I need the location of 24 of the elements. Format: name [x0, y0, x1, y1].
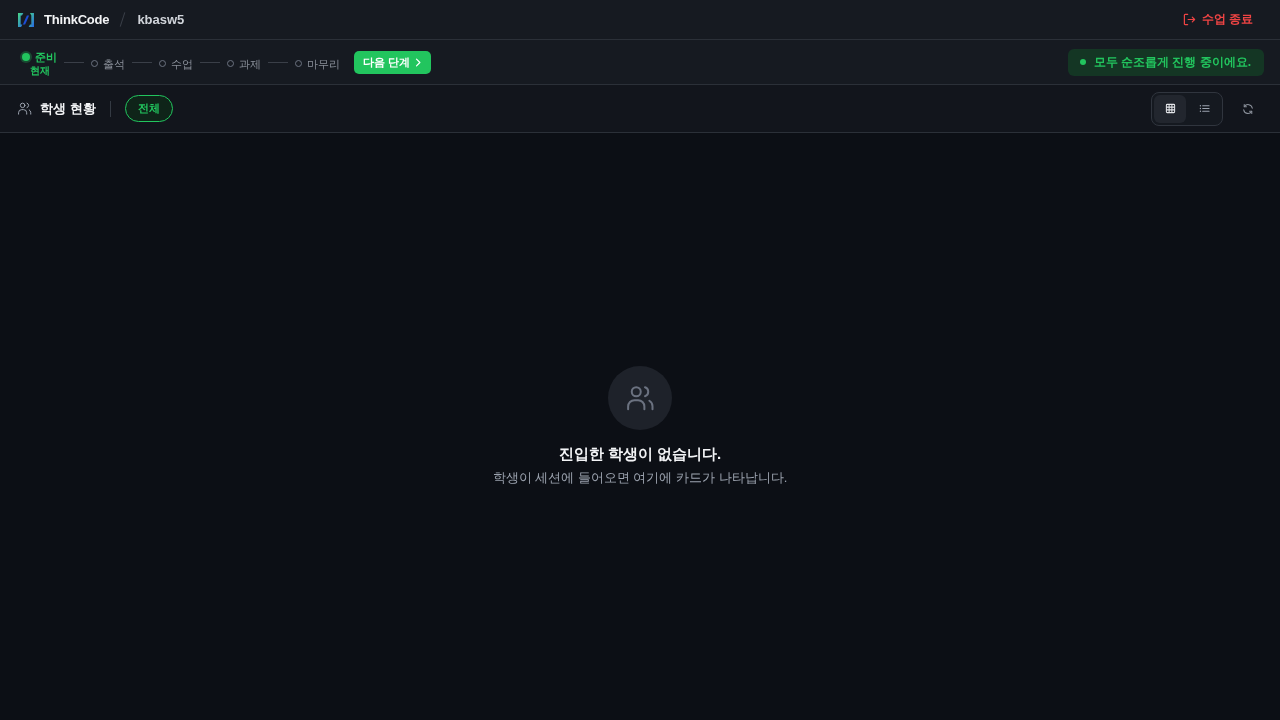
- session-name: kbasw5: [137, 12, 185, 27]
- status-message: 모두 순조롭게 진행 중이에요.: [1093, 53, 1251, 71]
- step-label: 과제: [239, 56, 261, 71]
- step-label: 출석: [103, 56, 125, 71]
- logo-icon: [17, 11, 35, 28]
- step-label: 준비: [35, 50, 57, 64]
- step-label: 마무리: [307, 56, 340, 71]
- brand-name: ThinkCode: [44, 12, 110, 27]
- section-title: 학생 현황: [40, 99, 96, 118]
- current-step-label: 현재: [29, 65, 50, 77]
- refresh-icon: [1242, 102, 1254, 115]
- chevron-right-icon: [415, 57, 422, 67]
- exit-icon: [1182, 13, 1196, 26]
- status-dot-icon: [1079, 59, 1086, 65]
- grid-icon: [1164, 103, 1176, 114]
- empty-state-message: 학생이 세션에 들어오면 여기에 카드가 나타납니다.: [492, 469, 788, 487]
- filter-chip[interactable]: 전체: [124, 95, 173, 122]
- grid-view-button[interactable]: [1154, 94, 1186, 123]
- users-icon: [17, 101, 32, 116]
- step-label: 수업: [171, 56, 193, 71]
- end-session-button[interactable]: 수업 종료: [1172, 5, 1263, 34]
- users-icon: [608, 366, 672, 430]
- list-icon: [1198, 103, 1210, 114]
- empty-state-title: 진입한 학생이 없습니다.: [558, 444, 722, 464]
